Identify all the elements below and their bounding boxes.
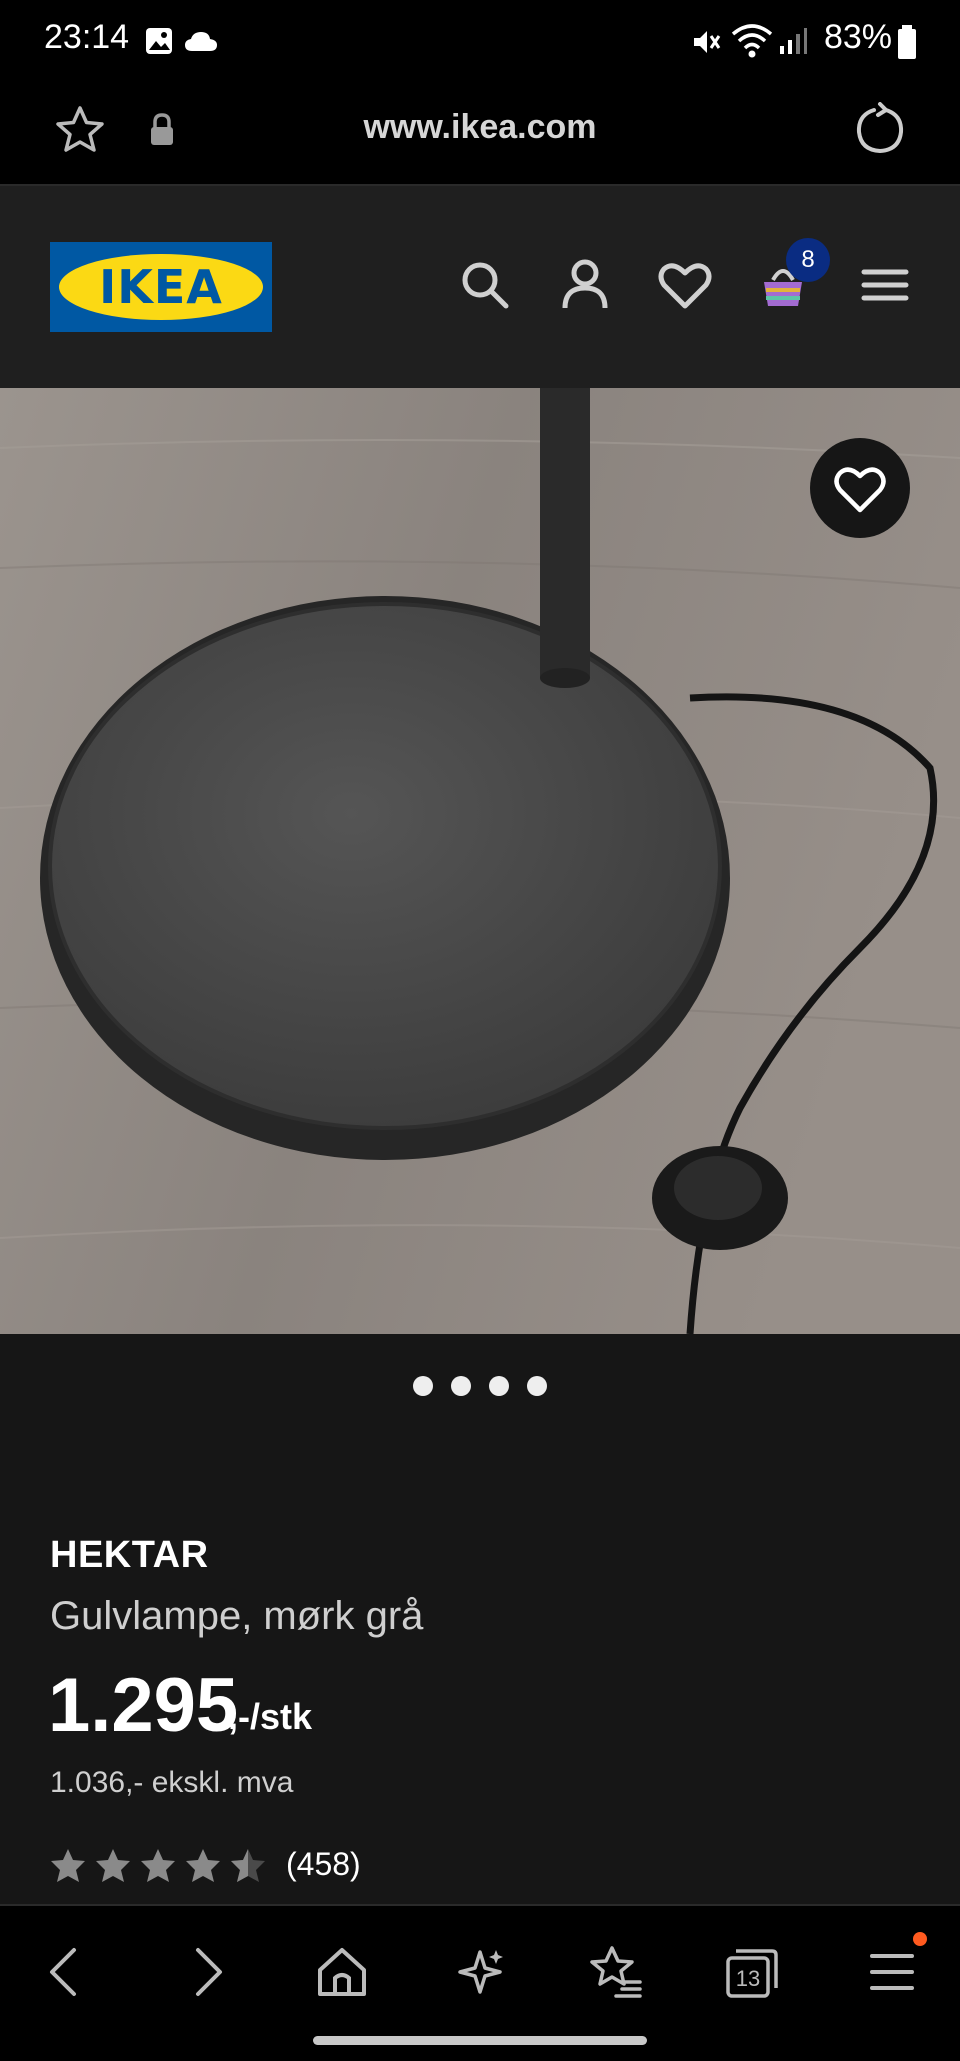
product-name: HEKTAR	[50, 1534, 209, 1576]
carousel-dot[interactable]	[413, 1376, 433, 1396]
forward-icon[interactable]	[176, 1942, 236, 2002]
save-to-favorites-button[interactable]	[810, 438, 910, 538]
mute-icon	[694, 31, 721, 53]
cloud-icon	[185, 32, 217, 51]
star-half-icon	[231, 1849, 265, 1882]
home-icon[interactable]	[312, 1942, 372, 2002]
gallery-icon	[146, 28, 172, 54]
bookmarks-icon[interactable]	[586, 1942, 646, 2002]
battery-icon	[898, 25, 916, 59]
site-header: IKEA 8	[0, 186, 960, 388]
product-price: 1.295	[48, 1663, 239, 1748]
carousel-dot[interactable]	[489, 1376, 509, 1396]
star-full-icon	[141, 1849, 175, 1882]
ikea-logo[interactable]: IKEA	[50, 242, 272, 332]
product-description: Gulvlampe, mørk grå	[50, 1594, 424, 1638]
favorites-heart-icon[interactable]	[656, 256, 714, 314]
carousel-dot[interactable]	[527, 1376, 547, 1396]
account-icon[interactable]	[556, 256, 614, 314]
carousel-dot[interactable]	[451, 1376, 471, 1396]
battery-percent: 83%	[823, 18, 892, 56]
review-count[interactable]: (458)	[286, 1846, 361, 1883]
back-icon[interactable]	[36, 1942, 96, 2002]
tabs-icon[interactable]: 13	[722, 1942, 782, 2002]
search-icon[interactable]	[456, 256, 514, 314]
browser-menu-icon[interactable]	[862, 1942, 922, 2002]
star-full-icon	[186, 1849, 220, 1882]
wifi-icon	[731, 24, 773, 58]
menu-icon[interactable]	[856, 256, 914, 314]
home-indicator[interactable]	[313, 2036, 647, 2045]
star-full-icon	[51, 1849, 85, 1882]
status-bar: 23:14 83%	[0, 0, 960, 82]
carousel-indicator	[0, 1376, 960, 1400]
url-text[interactable]: www.ikea.com	[0, 108, 960, 147]
notification-dot	[913, 1932, 927, 1946]
signal-icon	[780, 28, 807, 54]
star-full-icon	[96, 1849, 130, 1882]
heart-icon	[834, 467, 886, 513]
status-time: 23:14	[44, 18, 130, 56]
rating-stars[interactable]	[48, 1846, 273, 1886]
browser-bottom-nav: 13	[0, 1904, 960, 2061]
tab-count: 13	[736, 1966, 760, 1991]
reload-icon[interactable]	[852, 102, 908, 158]
browser-url-bar: www.ikea.com	[0, 82, 960, 186]
price-excl-vat: 1.036,- ekskl. mva	[50, 1766, 294, 1799]
cart-count-badge: 8	[786, 238, 830, 282]
sparkle-icon[interactable]	[450, 1942, 510, 2002]
price-unit: ,-/stk	[228, 1696, 313, 1737]
